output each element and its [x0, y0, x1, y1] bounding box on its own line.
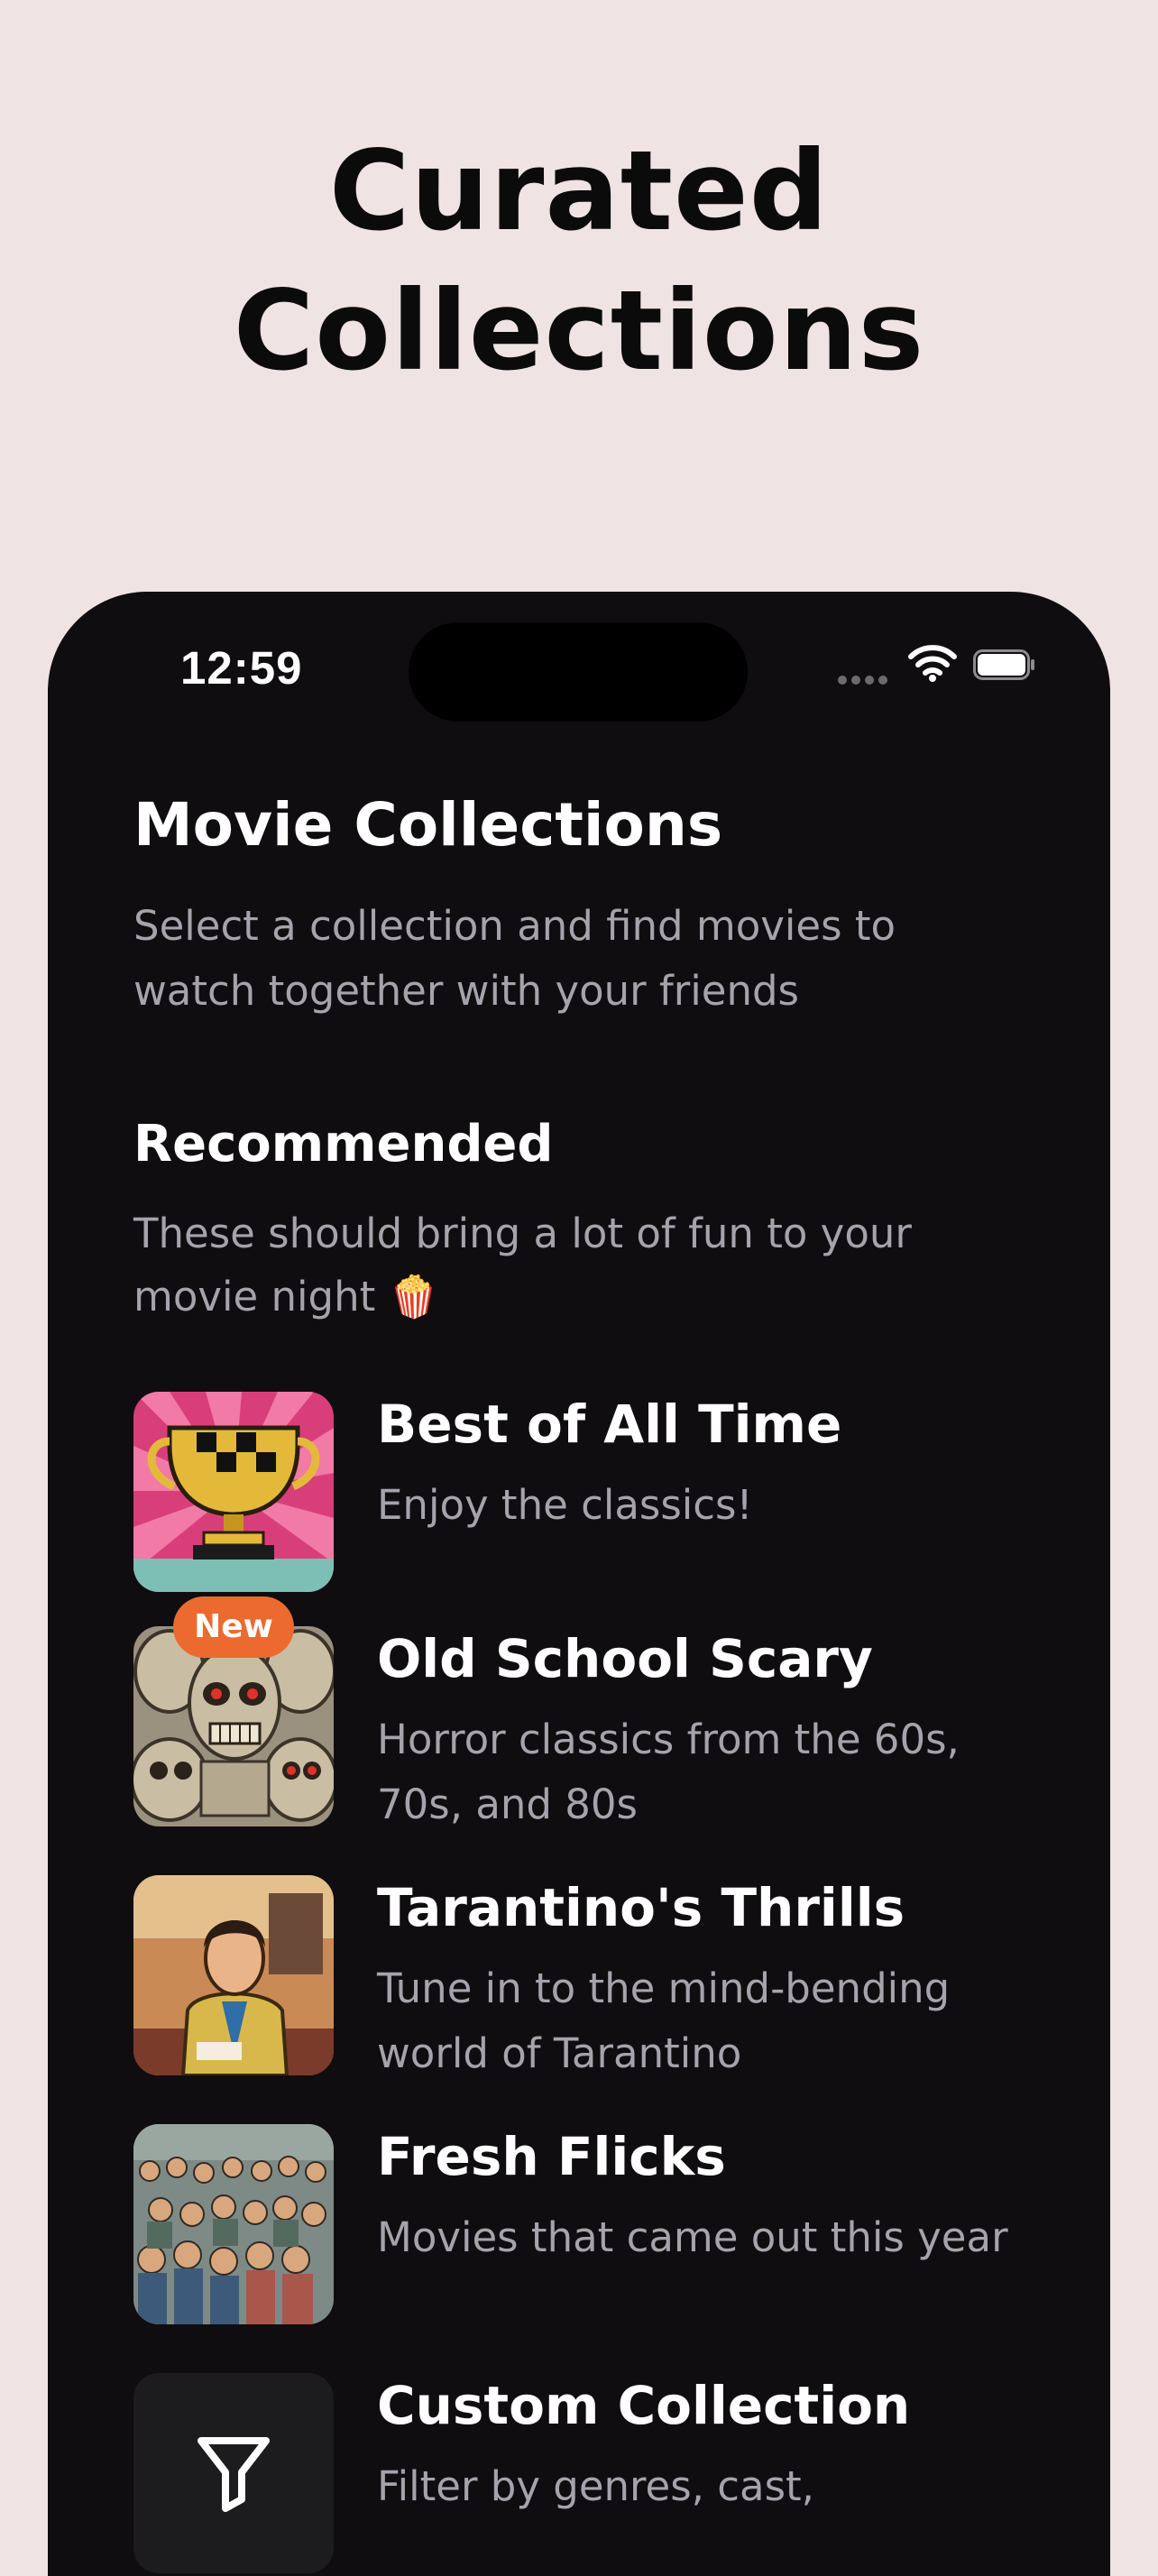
section-title-recommended: Recommended: [133, 1115, 554, 1173]
collection-description: Horror classics from the 60s, 70s, and 8…: [377, 1716, 960, 1828]
new-badge: New: [173, 1596, 294, 1658]
page-title: Movie Collections: [133, 790, 723, 860]
battery-icon: [973, 649, 1034, 680]
trophy-artwork-icon: [133, 1392, 334, 1592]
phone-screen: 12:59 Movie Collections Select a collect…: [48, 592, 1110, 2576]
collection-description: Tune in to the mind-bending world of Tar…: [377, 1964, 951, 2077]
crowd-artwork-icon: [133, 2124, 334, 2324]
filter-icon: [133, 2373, 334, 2573]
man-portrait-artwork-icon: [133, 1875, 334, 2075]
collection-title: Old School Scary: [377, 1628, 873, 1689]
headline-line-1: Curated: [328, 127, 830, 255]
collection-description: Movies that came out this year: [377, 2213, 1008, 2261]
section-subtitle-recommended: These should bring a lot of fun to your …: [133, 1210, 912, 1320]
marketing-headline: Curated Collections: [0, 122, 1158, 401]
collection-title: Tarantino's Thrills: [377, 1877, 905, 1938]
collection-description: Filter by genres, cast,: [377, 2462, 814, 2510]
collection-title: Custom Collection: [377, 2375, 911, 2436]
signal-icon: [838, 671, 892, 685]
collection-title: Fresh Flicks: [377, 2126, 726, 2187]
page-subtitle: Select a collection and find movies to w…: [133, 902, 896, 1015]
collection-description: Enjoy the classics!: [377, 1481, 753, 1529]
headline-line-2: Collections: [233, 267, 925, 395]
collection-title: Best of All Time: [377, 1394, 842, 1455]
dynamic-island: [409, 622, 748, 722]
status-time: 12:59: [180, 642, 303, 694]
wifi-icon: [908, 645, 957, 682]
